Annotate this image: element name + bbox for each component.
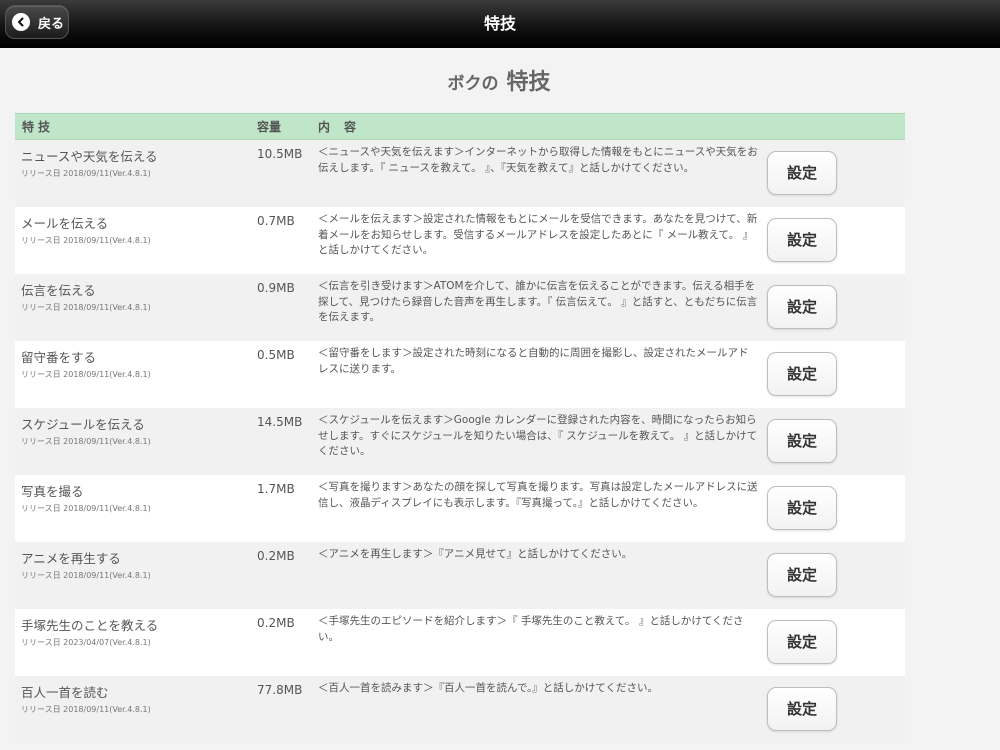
skill-size: 14.5MB (257, 415, 303, 429)
skills-table: 特技 容量 内容 ニュースや天気を伝えるリリース日 2018/09/11(Ver… (15, 113, 905, 743)
table-row: ニュースや天気を伝えるリリース日 2018/09/11(Ver.4.8.1) 10… (15, 140, 905, 207)
release-date: リリース日 2018/09/11(Ver.4.8.1) (21, 571, 151, 580)
table-body: ニュースや天気を伝えるリリース日 2018/09/11(Ver.4.8.1) 10… (15, 140, 905, 743)
column-header-name: 特技 (22, 120, 55, 134)
table-header: 特技 容量 内容 (15, 113, 905, 140)
skill-size: 77.8MB (257, 683, 303, 697)
page-title: 特技 (483, 14, 516, 33)
table-row: アニメを再生するリリース日 2018/09/11(Ver.4.8.1) 0.2MB… (15, 542, 905, 609)
setting-button[interactable]: 設定 (767, 486, 837, 530)
setting-button[interactable]: 設定 (767, 553, 837, 597)
table-row: 伝言を伝えるリリース日 2018/09/11(Ver.4.8.1) 0.9MB ＜伝… (15, 274, 905, 341)
skill-name: メールを伝える (21, 216, 109, 231)
skill-size: 1.7MB (257, 482, 295, 496)
skill-description: ＜百人一首を読みます＞『百人一首を読んで。』と話しかけてください。 (318, 682, 658, 694)
skill-description: ＜メールを伝えます＞設定された情報をもとにメールを受信できます。あなたを見つけて… (318, 213, 758, 256)
release-date: リリース日 2018/09/11(Ver.4.8.1) (21, 169, 151, 178)
skill-size: 0.2MB (257, 549, 295, 563)
table-row: メールを伝えるリリース日 2018/09/11(Ver.4.8.1) 0.7MB ＜… (15, 207, 905, 274)
skill-name: 留守番をする (21, 350, 97, 365)
skill-name: 伝言を伝える (21, 283, 96, 298)
table-row: 留守番をするリリース日 2018/09/11(Ver.4.8.1) 0.5MB ＜留… (15, 341, 905, 408)
skill-description: ＜手塚先生のエピソードを紹介します＞『 手塚先生のこと教えて。 』と話しかけてく… (318, 615, 744, 643)
setting-button[interactable]: 設定 (767, 285, 837, 329)
table-row: 手塚先生のことを教えるリリース日 2023/04/07(Ver.4.8.1) 0.… (15, 609, 905, 676)
release-date: リリース日 2018/09/11(Ver.4.8.1) (21, 370, 151, 379)
skill-description: ＜伝言を引き受けます＞ATOMを介して、誰かに伝言を伝えることができます。伝える… (318, 280, 758, 323)
setting-button[interactable]: 設定 (767, 687, 837, 731)
skill-description: ＜写真を撮ります＞あなたの顔を探して写真を撮ります。写真は設定したメールアドレス… (318, 481, 758, 509)
skill-name: 写真を撮る (21, 484, 84, 499)
skill-description: ＜ニュースや天気を伝えます＞インターネットから取得した情報をもとにニュースや天気… (318, 146, 758, 174)
release-date: リリース日 2018/09/11(Ver.4.8.1) (21, 236, 151, 245)
skill-description: ＜スケジュールを伝えます＞Google カレンダーに登録された内容を、時間になっ… (318, 414, 758, 457)
table-row: スケジュールを伝えるリリース日 2018/09/11(Ver.4.8.1) 14.… (15, 408, 905, 475)
section-heading-prefix: ボクの (447, 74, 499, 94)
release-date: リリース日 2018/09/11(Ver.4.8.1) (21, 705, 151, 714)
skill-description: ＜留守番をします＞設定された時刻になると自動的に周囲を撮影し、設定されたメールア… (318, 347, 749, 375)
setting-button[interactable]: 設定 (767, 419, 837, 463)
column-header-size: 容量 (257, 120, 282, 134)
release-date: リリース日 2018/09/11(Ver.4.8.1) (21, 504, 151, 513)
table-row: 百人一首を読むリリース日 2018/09/11(Ver.4.8.1) 77.8MB… (15, 676, 905, 743)
skill-size: 10.5MB (257, 147, 303, 161)
section-heading: ボクの 特技 (0, 64, 998, 96)
top-navigation-bar: 戻る 特技 (0, 0, 1000, 48)
setting-button[interactable]: 設定 (767, 620, 837, 664)
skill-name: アニメを再生する (21, 551, 121, 566)
skill-size: 0.5MB (257, 348, 295, 362)
release-date: リリース日 2018/09/11(Ver.4.8.1) (21, 437, 151, 446)
release-date: リリース日 2018/09/11(Ver.4.8.1) (21, 303, 151, 312)
skill-name: 手塚先生のことを教える (21, 618, 159, 633)
table-row: 写真を撮るリリース日 2018/09/11(Ver.4.8.1) 1.7MB ＜写真… (15, 475, 905, 542)
setting-button[interactable]: 設定 (767, 218, 837, 262)
skill-description: ＜アニメを再生します＞『アニメ見せて』と話しかけてください。 (318, 548, 633, 560)
setting-button[interactable]: 設定 (767, 352, 837, 396)
skill-name: ニュースや天気を伝える (21, 149, 158, 164)
skill-name: スケジュールを伝える (21, 417, 145, 432)
skill-size: 0.2MB (257, 616, 295, 630)
skill-name: 百人一首を読む (21, 685, 109, 700)
setting-button[interactable]: 設定 (767, 151, 837, 195)
skill-size: 0.7MB (257, 214, 295, 228)
release-date: リリース日 2023/04/07(Ver.4.8.1) (21, 638, 151, 647)
skill-size: 0.9MB (257, 281, 295, 295)
section-heading-main: 特技 (506, 70, 551, 95)
column-header-desc: 内容 (318, 120, 371, 134)
